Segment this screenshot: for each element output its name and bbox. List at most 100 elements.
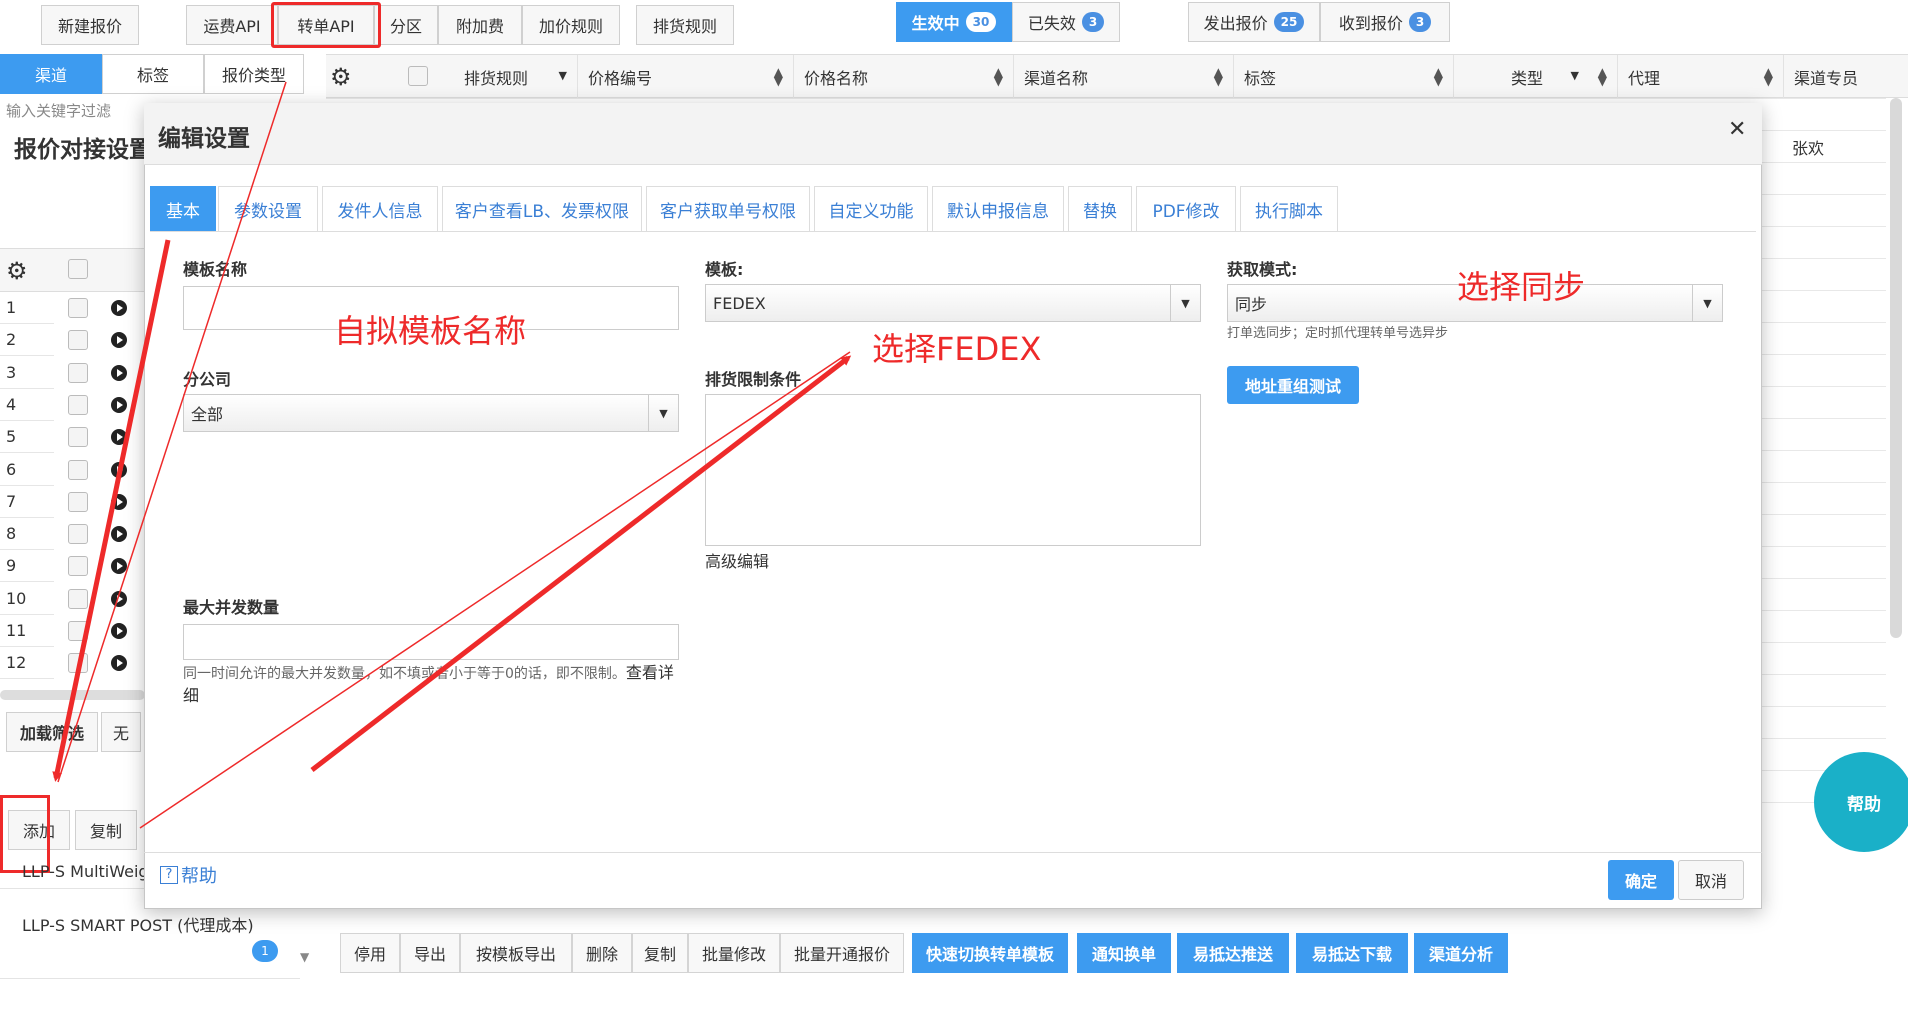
row-checkbox[interactable]	[68, 588, 88, 609]
list-item[interactable]: LLP-S SMART POST (代理成本)	[22, 912, 254, 936]
sort-icon[interactable]: ▲ ▼	[994, 66, 1003, 87]
column-header-channel-name[interactable]: 渠道名称 ▲ ▼	[1014, 55, 1234, 99]
routing-rules-button[interactable]: 排货规则	[636, 5, 734, 45]
tab-replace[interactable]: 替换	[1068, 186, 1132, 232]
left-tab-channel[interactable]: 渠道	[0, 54, 102, 94]
row-checkbox[interactable]	[68, 362, 88, 383]
load-filter-button[interactable]: 加载筛选	[6, 712, 98, 752]
disable-button[interactable]: 停用	[340, 933, 400, 973]
gear-icon[interactable]: ⚙	[6, 257, 28, 285]
column-header-agent[interactable]: 代理 ▲ ▼	[1618, 55, 1784, 99]
expand-play-icon[interactable]	[111, 623, 127, 639]
column-header-price-code[interactable]: 价格编号 ▲ ▼	[578, 55, 794, 99]
cancel-button[interactable]: 取消	[1678, 860, 1744, 900]
modal-help-link[interactable]: ? 帮助	[160, 862, 217, 888]
column-header-channel-owner[interactable]: 渠道专员	[1784, 55, 1908, 99]
expand-play-icon[interactable]	[111, 300, 127, 316]
max-concurrency-input[interactable]	[183, 624, 679, 660]
edidal-download-button[interactable]: 易抵达下载	[1296, 933, 1408, 973]
sort-icon[interactable]: ▲ ▼	[1764, 66, 1773, 87]
channel-analysis-button[interactable]: 渠道分析	[1414, 933, 1508, 973]
export-button[interactable]: 导出	[400, 933, 460, 973]
left-tab-quote-type[interactable]: 报价类型	[204, 54, 304, 94]
copy-row-button[interactable]: 复制	[632, 933, 688, 973]
expand-play-icon[interactable]	[111, 493, 127, 510]
tab-params[interactable]: 参数设置	[218, 186, 318, 232]
tab-sender-info[interactable]: 发件人信息	[322, 186, 438, 232]
row-checkbox[interactable]	[68, 298, 88, 318]
row-checkbox[interactable]	[68, 330, 88, 351]
advanced-edit-link[interactable]: 高级编辑	[705, 548, 769, 572]
export-template-button[interactable]: 按模板导出	[460, 933, 572, 973]
quick-switch-template-button[interactable]: 快速切换转单模板	[912, 933, 1068, 973]
routing-limit-textarea[interactable]	[705, 394, 1201, 546]
row-checkbox[interactable]	[68, 653, 88, 674]
column-header-routing[interactable]: 排货规则 ▼	[454, 55, 578, 99]
filter-none-button[interactable]: 无	[101, 712, 141, 752]
sort-icon[interactable]: ▲ ▼	[1434, 66, 1443, 87]
tab-customer-lb-invoice[interactable]: 客户查看LB、发票权限	[442, 186, 642, 232]
expand-play-icon[interactable]	[111, 655, 127, 672]
tab-freight-api[interactable]: 运费API	[186, 5, 278, 45]
confirm-button[interactable]: 确定	[1608, 860, 1674, 900]
select-all-checkbox[interactable]	[408, 66, 428, 86]
tab-basic[interactable]: 基本	[150, 186, 216, 232]
received-quote-button[interactable]: 收到报价 3	[1320, 2, 1450, 42]
row-checkbox[interactable]	[68, 556, 88, 577]
row-number: 9	[0, 550, 54, 583]
expand-play-icon[interactable]	[111, 526, 127, 543]
filter-input[interactable]: 输入关键字过滤	[6, 100, 111, 121]
notify-change-button[interactable]: 通知换单	[1077, 933, 1171, 973]
help-fab[interactable]: 帮助	[1814, 752, 1908, 852]
expand-play-icon[interactable]	[111, 429, 127, 446]
tab-execute-script[interactable]: 执行脚本	[1240, 186, 1338, 232]
column-header-price-name[interactable]: 价格名称 ▲ ▼	[794, 55, 1014, 99]
batch-open-quote-button[interactable]: 批量开通报价	[780, 933, 904, 973]
sort-icon[interactable]: ▲ ▼	[1214, 66, 1223, 87]
template-select[interactable]: FEDEX ▼	[705, 284, 1201, 322]
horizontal-scrollbar[interactable]	[0, 690, 145, 700]
expand-play-icon[interactable]	[111, 590, 127, 607]
column-header-type[interactable]: 类型 ▼ ▲ ▼	[1454, 55, 1618, 99]
edidal-push-button[interactable]: 易抵达推送	[1177, 933, 1289, 973]
delete-button[interactable]: 删除	[572, 933, 632, 973]
tab-pdf-modify[interactable]: PDF修改	[1136, 186, 1236, 232]
row-checkbox[interactable]	[68, 394, 88, 415]
close-icon[interactable]: ✕	[1728, 117, 1746, 142]
select-all-checkbox[interactable]	[68, 259, 88, 279]
status-active-button[interactable]: 生效中 30	[896, 2, 1012, 42]
scroll-down-icon[interactable]: ▼	[300, 950, 309, 964]
branch-select[interactable]: 全部 ▼	[183, 394, 679, 432]
dropdown-icon[interactable]: ▼	[559, 69, 567, 82]
vertical-scrollbar[interactable]	[1890, 98, 1902, 638]
column-header-tag[interactable]: 标签 ▲ ▼	[1234, 55, 1454, 99]
status-expired-button[interactable]: 已失效 3	[1012, 2, 1120, 42]
row-checkbox[interactable]	[68, 427, 88, 448]
left-tab-label[interactable]: 标签	[102, 54, 204, 94]
expand-play-icon[interactable]	[111, 396, 127, 413]
row-checkbox[interactable]	[68, 621, 88, 641]
tab-default-declaration[interactable]: 默认申报信息	[932, 186, 1064, 232]
tab-zone[interactable]: 分区	[374, 5, 438, 45]
tab-custom-function[interactable]: 自定义功能	[814, 186, 928, 232]
sort-icon[interactable]: ▲ ▼	[774, 66, 783, 87]
row-checkbox[interactable]	[68, 524, 88, 545]
copy-button[interactable]: 复制	[75, 810, 137, 850]
expand-play-icon[interactable]	[111, 461, 127, 478]
tab-customer-tracking[interactable]: 客户获取单号权限	[646, 186, 810, 232]
new-quote-button[interactable]: 新建报价	[41, 5, 139, 45]
sent-quote-button[interactable]: 发出报价 25	[1188, 2, 1320, 42]
expand-play-icon[interactable]	[111, 558, 127, 575]
tab-markup-rules[interactable]: 加价规则	[522, 5, 620, 45]
list-item[interactable]: LLP-S MultiWeig	[22, 862, 149, 881]
sort-icon[interactable]: ▲ ▼	[1598, 66, 1607, 87]
tab-surcharge[interactable]: 附加费	[438, 5, 522, 45]
row-checkbox[interactable]	[68, 491, 88, 512]
address-test-button[interactable]: 地址重组测试	[1227, 366, 1359, 404]
expand-play-icon[interactable]	[111, 364, 127, 381]
row-checkbox[interactable]	[68, 459, 88, 480]
dropdown-icon[interactable]: ▼	[1571, 69, 1579, 82]
gear-icon[interactable]: ⚙	[330, 63, 352, 91]
batch-edit-button[interactable]: 批量修改	[688, 933, 780, 973]
expand-play-icon[interactable]	[111, 332, 127, 349]
